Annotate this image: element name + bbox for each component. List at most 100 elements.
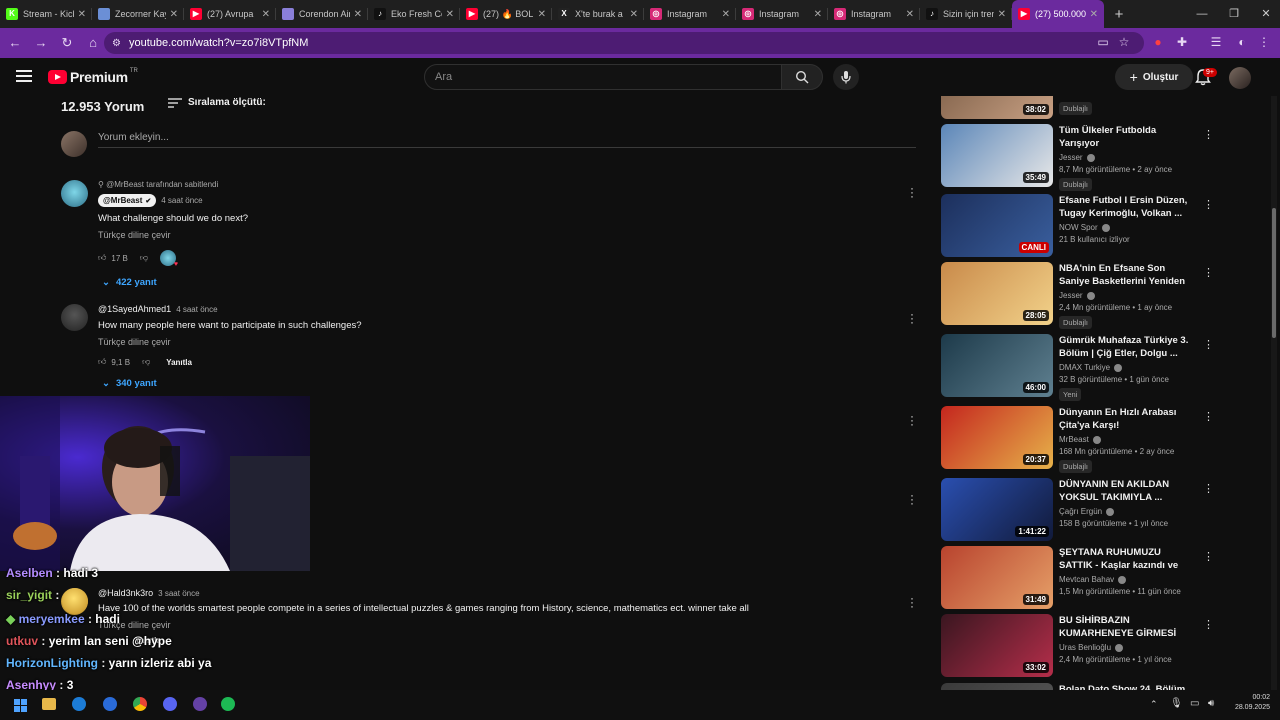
- reload-icon[interactable]: ↻: [56, 32, 78, 54]
- video-title[interactable]: Tüm Ülkeler Futbolda Yarışıyor: [1059, 124, 1195, 150]
- recommended-video-item[interactable]: 35:49 Tüm Ülkeler Futbolda Yarışıyor Jesse…: [941, 124, 1214, 191]
- tab-close-icon[interactable]: ✕: [906, 9, 914, 20]
- recommended-video-item[interactable]: 38:02 Dublajlı: [941, 96, 1211, 119]
- recommended-video-item[interactable]: 28:05 NBA'nin En Efsane Son Saniye Basket…: [941, 262, 1214, 329]
- translate-link[interactable]: Türkçe diline çevir: [98, 230, 878, 240]
- video-title[interactable]: Efsane Futbol I Ersin Düzen, Tugay Kerim…: [1059, 194, 1195, 220]
- volume-icon[interactable]: 🔊︎: [1208, 698, 1214, 709]
- view-replies-button[interactable]: ⌄ 340 yanıt: [102, 378, 878, 389]
- channel-name[interactable]: Çağrı Ergün: [1059, 507, 1102, 516]
- tab-close-icon[interactable]: ✕: [630, 9, 638, 20]
- comment-menu-icon[interactable]: · · ·: [910, 308, 914, 328]
- video-thumbnail[interactable]: 35:49: [941, 124, 1053, 187]
- browser-tab[interactable]: ◎ Instagram ✕: [736, 0, 828, 28]
- video-title[interactable]: NBA'nin En Efsane Son Saniye Basketlerin…: [1059, 262, 1195, 288]
- tab-close-icon[interactable]: ✕: [814, 9, 822, 20]
- video-thumbnail[interactable]: 33:02: [941, 614, 1053, 677]
- tray-overflow-icon[interactable]: ⌃: [1150, 699, 1158, 710]
- recommended-video-item[interactable]: 1:41:22 DÜNYANIN EN AKILDAN YOKSUL TAKIMI…: [941, 478, 1214, 542]
- tab-close-icon[interactable]: ✕: [538, 9, 546, 20]
- channel-name[interactable]: Jesser: [1059, 153, 1083, 162]
- recommended-video-item[interactable]: Bolan Dato Show 24. Bölüm: [941, 683, 1211, 690]
- video-menu-icon[interactable]: ⋮: [1203, 410, 1214, 423]
- recommended-video-item[interactable]: 31:49 ŞEYTANA RUHUMUZU SATTIK - Kaşlar ka…: [941, 546, 1214, 610]
- video-title[interactable]: DÜNYANIN EN AKILDAN YOKSUL TAKIMIYLA ...: [1059, 478, 1195, 504]
- site-info-icon[interactable]: ⚙: [112, 38, 121, 49]
- browser-tab[interactable]: Zecorner Kayıt ✕: [92, 0, 184, 28]
- video-menu-icon[interactable]: ⋮: [1203, 618, 1214, 631]
- dislike-icon[interactable]: 👎︎: [140, 253, 148, 263]
- minimize-button[interactable]: —: [1186, 0, 1218, 28]
- tab-close-icon[interactable]: ✕: [170, 9, 178, 20]
- video-thumbnail[interactable]: 31:49: [941, 546, 1053, 609]
- tab-close-icon[interactable]: ✕: [354, 9, 362, 20]
- tab-close-icon[interactable]: ✕: [262, 9, 270, 20]
- video-thumbnail[interactable]: 20:37: [941, 406, 1053, 469]
- tab-close-icon[interactable]: ✕: [446, 9, 454, 20]
- microphone-tray-icon[interactable]: 🎙︎: [1170, 698, 1183, 709]
- install-app-icon[interactable]: ▭: [1092, 31, 1114, 53]
- search-button[interactable]: [781, 64, 823, 90]
- video-thumbnail[interactable]: [941, 683, 1053, 690]
- channel-name[interactable]: Uras Benlioğlu: [1059, 643, 1111, 652]
- comment-menu-icon[interactable]: · · ·: [910, 182, 914, 202]
- browser-tab[interactable]: X X'te burak a ✕: [552, 0, 644, 28]
- recommended-video-item[interactable]: 20:37 Dünyanın En Hızlı Arabası Çita'ya K…: [941, 406, 1214, 473]
- translate-link[interactable]: Türkçe diline çevir: [98, 337, 878, 347]
- dislike-icon[interactable]: 👎︎: [142, 357, 150, 367]
- chrome-icon[interactable]: [133, 697, 147, 711]
- channel-name[interactable]: NOW Spor: [1059, 223, 1098, 232]
- video-menu-icon[interactable]: ⋮: [1203, 482, 1214, 495]
- comment-menu-icon[interactable]: · · ·: [910, 592, 914, 612]
- start-icon[interactable]: [14, 699, 27, 712]
- commenter-avatar[interactable]: [61, 304, 88, 331]
- video-title[interactable]: BU SİHİRBAZIN KUMARHENEYE GİRMESİ YASAK!: [1059, 614, 1195, 640]
- browser-tab[interactable]: ▶ (27) Avrupa ✕: [184, 0, 276, 28]
- browser-tab[interactable]: ◎ Instagram ✕: [644, 0, 736, 28]
- reply-button[interactable]: Yanıtla: [166, 358, 192, 367]
- recommended-video-item[interactable]: 33:02 BU SİHİRBAZIN KUMARHENEYE GİRMESİ Y…: [941, 614, 1214, 678]
- close-window-button[interactable]: ✕: [1250, 0, 1280, 28]
- sort-button[interactable]: Sıralama ölçütü:: [168, 97, 266, 108]
- new-tab-button[interactable]: +: [1108, 6, 1130, 23]
- app-icon[interactable]: [103, 697, 117, 711]
- edge-icon[interactable]: [72, 697, 86, 711]
- extensions-puzzle-icon[interactable]: ✚: [1171, 31, 1193, 53]
- menu-icon[interactable]: [16, 70, 32, 82]
- home-icon[interactable]: ⌂: [82, 32, 104, 54]
- channel-name[interactable]: Jesser: [1059, 291, 1083, 300]
- tab-close-icon[interactable]: ✕: [1090, 9, 1098, 20]
- back-icon[interactable]: ←: [4, 32, 26, 54]
- browser-tab[interactable]: ♪ Sizin için trend ✕: [920, 0, 1012, 28]
- recommended-video-item[interactable]: 46:00 Gümrük Muhafaza Türkiye 3. Bölüm | …: [941, 334, 1214, 401]
- channel-name[interactable]: MrBeast: [1059, 435, 1089, 444]
- network-icon[interactable]: ▭: [1190, 698, 1199, 709]
- channel-name[interactable]: DMAX Turkiye: [1059, 363, 1110, 372]
- browser-tab[interactable]: Corendon Air ✕: [276, 0, 368, 28]
- spotify-icon[interactable]: [221, 697, 235, 711]
- browser-tab[interactable]: K Stream - Kick ✕: [0, 0, 92, 28]
- video-thumbnail[interactable]: 38:02: [941, 96, 1053, 119]
- url-field[interactable]: ⚙ youtube.com/watch?v=zo7i8VTpfNM: [104, 32, 1144, 54]
- profile-icon[interactable]: ◐: [1231, 31, 1253, 53]
- bookmark-star-icon[interactable]: ☆: [1113, 31, 1135, 53]
- like-icon[interactable]: 👍︎: [98, 253, 106, 263]
- creator-author-badge[interactable]: @MrBeast ✔: [98, 194, 157, 207]
- reading-list-icon[interactable]: ☰: [1205, 31, 1227, 53]
- video-thumbnail[interactable]: 28:05: [941, 262, 1053, 325]
- browser-tab[interactable]: ▶ (27) 500.000 ✕: [1012, 0, 1104, 28]
- video-title[interactable]: Dünyanın En Hızlı Arabası Çita'ya Karşı!: [1059, 406, 1195, 432]
- file-explorer-icon[interactable]: [42, 698, 56, 710]
- like-icon[interactable]: 👍︎: [98, 357, 106, 367]
- video-menu-icon[interactable]: ⋮: [1203, 266, 1214, 279]
- voice-search-button[interactable]: [833, 64, 859, 90]
- add-comment-input[interactable]: Yorum ekleyin...: [98, 132, 169, 143]
- search-input[interactable]: Ara: [424, 64, 782, 90]
- account-avatar[interactable]: [1229, 67, 1251, 89]
- comment-time[interactable]: 4 saat önce: [176, 305, 217, 314]
- video-menu-icon[interactable]: ⋮: [1203, 198, 1214, 211]
- channel-name[interactable]: Mevtcan Bahav: [1059, 575, 1114, 584]
- video-menu-icon[interactable]: ⋮: [1203, 550, 1214, 563]
- page-scrollbar-track[interactable]: [1271, 96, 1277, 690]
- video-menu-icon[interactable]: ⋮: [1203, 338, 1214, 351]
